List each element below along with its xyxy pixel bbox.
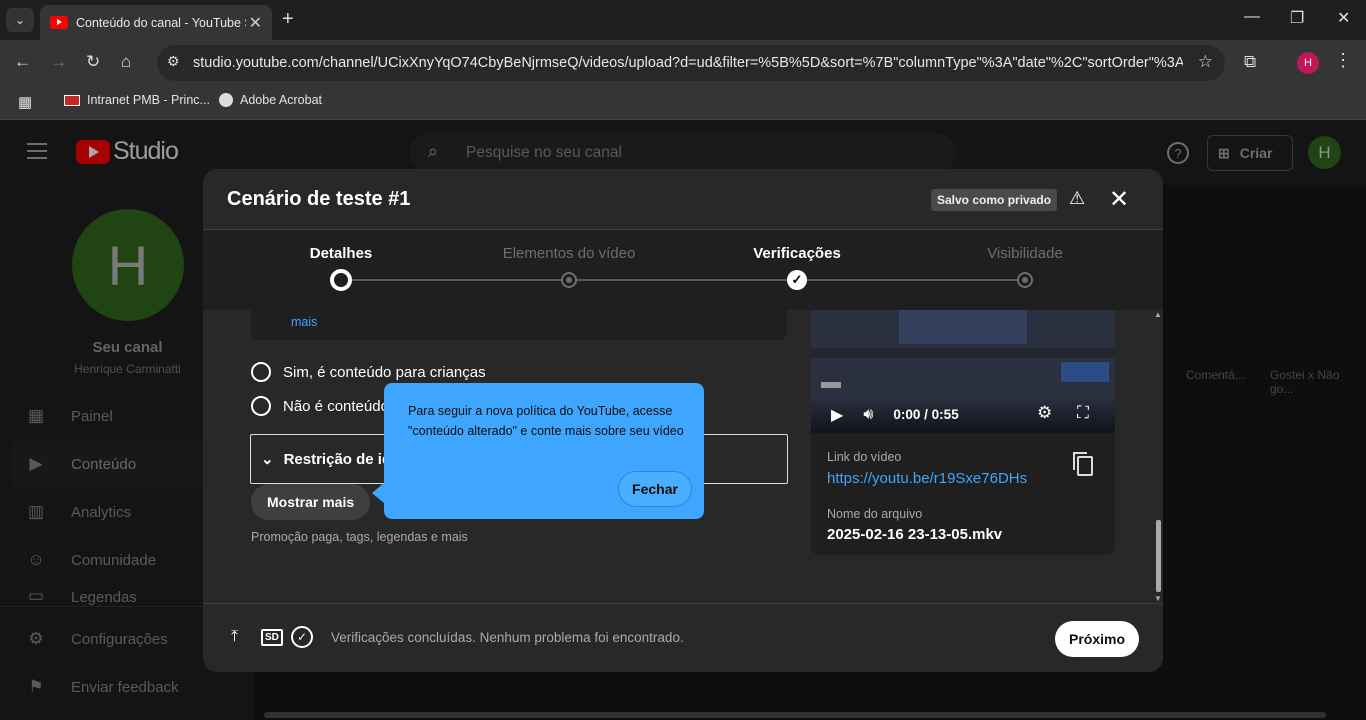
thumb-region — [1061, 362, 1109, 382]
radio-button[interactable] — [251, 362, 271, 382]
browser-menu-icon[interactable]: ⋮ — [1334, 50, 1352, 71]
check-icon[interactable]: ✓ — [787, 270, 807, 290]
learn-more-link[interactable]: mais — [291, 315, 317, 329]
close-window-icon[interactable]: ✕ — [1337, 8, 1350, 28]
video-player[interactable]: ▶ 🔊︎ 0:00 / 0:55 ⚙ ⛶ — [811, 310, 1115, 433]
dialog-footer: ⤒ SD ✓ Verificações concluídas. Nenhum p… — [203, 603, 1163, 672]
thumb-region — [811, 348, 1115, 358]
checks-status-text: Verificações concluídas. Nenhum problema… — [331, 630, 684, 645]
fullscreen-icon[interactable]: ⛶ — [1077, 403, 1089, 423]
youtube-favicon-icon — [50, 16, 68, 29]
show-more-description: Promoção paga, tags, legendas e mais — [251, 530, 468, 544]
new-tab-icon[interactable]: + — [282, 8, 294, 31]
tooltip-close-button[interactable]: Fechar — [618, 471, 692, 507]
radio-label: Sim, é conteúdo para crianças — [283, 363, 486, 381]
step-video-elements[interactable]: Elementos do vídeo — [503, 245, 636, 262]
bookmark-intranet[interactable]: Intranet PMB - Princ... — [64, 93, 210, 107]
step-details[interactable]: Detalhes — [310, 245, 373, 262]
video-link[interactable]: https://youtu.be/r19Sxe76DHs — [827, 470, 1027, 487]
close-icon[interactable]: ✕ — [1109, 185, 1129, 214]
step-checks[interactable]: Verificações — [753, 245, 841, 262]
policy-tooltip: Para seguir a nova política do YouTube, … — [372, 383, 704, 519]
browser-tab-bar: ⌄ Conteúdo do canal - YouTube Studio ✕ +… — [0, 0, 1366, 40]
thumb-region — [899, 310, 1027, 344]
show-more-button[interactable]: Mostrar mais — [251, 484, 371, 520]
bookmark-adobe[interactable]: Adobe Acrobat — [219, 93, 322, 107]
bookmark-label: Adobe Acrobat — [240, 93, 323, 107]
next-button[interactable]: Próximo — [1055, 621, 1139, 657]
url-text[interactable]: studio.youtube.com/channel/UCixXnyYqO74C… — [193, 55, 1183, 71]
volume-icon[interactable]: 🔊︎ — [863, 406, 873, 424]
browser-tab[interactable]: Conteúdo do canal - YouTube Studio ✕ — [40, 5, 272, 40]
audience-info-box: mais — [251, 310, 787, 340]
upload-stepper: Detalhes Elementos do vídeo Verificações… — [203, 230, 1163, 310]
bookmark-star-icon[interactable]: ☆ — [1198, 52, 1213, 72]
video-time: 0:00 / 0:55 — [893, 407, 959, 422]
sd-quality-icon: SD — [261, 629, 283, 646]
tab-title: Conteúdo do canal - YouTube Studio — [76, 15, 246, 30]
step-video-elements-dot[interactable] — [561, 272, 577, 288]
extensions-icon[interactable]: ⧉ — [1244, 52, 1256, 72]
chevron-down-icon: ⌄ — [261, 451, 274, 468]
step-visibility[interactable]: Visibilidade — [987, 245, 1063, 262]
stepper-line — [341, 279, 1025, 281]
step-visibility-dot[interactable] — [1017, 272, 1033, 288]
thumb-region — [821, 382, 841, 388]
bookmark-label: Intranet PMB - Princ... — [87, 93, 210, 107]
scrollbar-thumb[interactable] — [1156, 520, 1161, 592]
home-icon[interactable]: ⌂ — [121, 52, 131, 72]
maximize-icon[interactable]: ❐ — [1290, 8, 1304, 28]
gear-icon[interactable]: ⚙ — [1037, 403, 1052, 423]
radio-made-for-kids-yes[interactable]: Sim, é conteúdo para crianças — [251, 362, 486, 382]
site-info-icon[interactable]: ⚙ — [167, 53, 180, 70]
address-bar-row: ← → ↻ ⌂ ⚙ studio.youtube.com/channel/UCi… — [0, 40, 1366, 86]
tab-list-button[interactable]: ⌄ — [6, 8, 34, 32]
dialog-title: Cenário de teste #1 — [227, 188, 411, 210]
scroll-up-icon[interactable]: ▲ — [1154, 310, 1162, 319]
report-issue-icon[interactable]: ⚠ — [1069, 188, 1085, 209]
back-icon[interactable]: ← — [14, 52, 31, 72]
apps-grid-icon[interactable]: ▦ — [18, 93, 32, 111]
step-details-dot[interactable] — [330, 269, 352, 291]
omnibox[interactable]: ⚙ studio.youtube.com/channel/UCixXnyYqO7… — [157, 45, 1225, 81]
close-tab-icon[interactable]: ✕ — [249, 13, 262, 33]
forward-icon[interactable]: → — [50, 52, 67, 72]
age-restriction-label: Restrição de idade (avançado) — [283, 450, 384, 468]
tooltip-text: Para seguir a nova política do YouTube, … — [408, 404, 684, 438]
file-name: 2025-02-16 23-13-05.mkv — [827, 526, 1003, 543]
browser-profile-avatar[interactable]: H — [1297, 52, 1319, 74]
file-name-label: Nome do arquivo — [827, 507, 923, 521]
upload-icon: ⤒ — [231, 628, 239, 645]
flag-icon — [64, 94, 80, 106]
bookmarks-bar: ▦ Intranet PMB - Princ... Adobe Acrobat — [0, 86, 1366, 120]
radio-button[interactable] — [251, 396, 271, 416]
reload-icon[interactable]: ↻ — [86, 52, 100, 72]
play-icon[interactable]: ▶ — [831, 405, 843, 425]
video-controls: ▶ 🔊︎ 0:00 / 0:55 — [811, 396, 1115, 433]
scroll-down-icon[interactable]: ▼ — [1154, 594, 1162, 603]
globe-icon — [219, 93, 233, 107]
copy-icon[interactable] — [1073, 452, 1093, 476]
checks-complete-icon: ✓ — [291, 626, 313, 648]
minimize-icon[interactable]: — — [1244, 8, 1260, 26]
video-preview-card: ▶ 🔊︎ 0:00 / 0:55 ⚙ ⛶ Link do vídeo https… — [811, 310, 1115, 555]
status-badge: Salvo como privado — [931, 189, 1058, 211]
video-link-label: Link do vídeo — [827, 450, 902, 464]
